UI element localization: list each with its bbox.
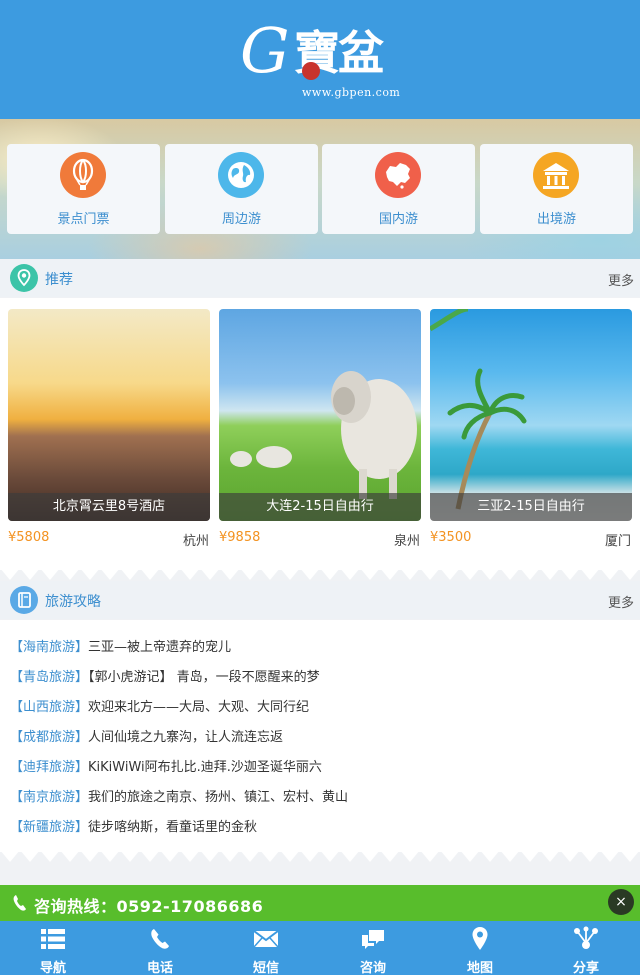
nav-item-consult[interactable]: 咨询 <box>320 921 426 975</box>
guide-item[interactable]: 【成都旅游】人间仙境之九寨沟，让人流连忘返 <box>10 726 283 745</box>
category-nearby[interactable]: 周边游 <box>165 144 318 234</box>
section-title: 推荐 <box>45 272 73 288</box>
phone-icon <box>151 929 169 949</box>
guide-item[interactable]: 【山西旅游】欢迎来北方——大局、大观、大同行纪 <box>10 696 309 715</box>
guide-title: 三亚—被上帝遗弃的宠儿 <box>88 640 232 655</box>
map-pin-icon <box>472 927 488 950</box>
globe-icon <box>218 152 264 198</box>
mail-icon <box>253 930 279 948</box>
card-price: ¥9858 <box>219 530 261 545</box>
logo-url: www.gbpen.com <box>302 86 401 99</box>
guide-item[interactable]: 【南京旅游】我们的旅途之南京、扬州、镇江、宏村、黄山 <box>10 786 348 805</box>
guide-title: 【郭小虎游记】 青岛，一段不愿醒来的梦 <box>88 670 320 685</box>
close-icon[interactable]: × <box>608 889 634 915</box>
nav-item-phone[interactable]: 电话 <box>107 921 213 975</box>
card-caption: 大连2-15日自由行 <box>219 493 421 521</box>
guide-tag: 【青岛旅游】 <box>10 670 89 685</box>
category-domestic[interactable]: 国内游 <box>322 144 475 234</box>
more-link[interactable]: 更多 <box>608 592 634 611</box>
chat-icon <box>362 930 384 949</box>
guides-header: 旅游攻略 更多 <box>0 581 640 619</box>
location-icon <box>10 264 38 292</box>
guide-title: KiKiWiWi阿布扎比.迪拜.沙迦圣诞华丽六 <box>88 760 322 775</box>
nav-item-guide[interactable]: 导航 <box>0 921 106 975</box>
zigzag-divider <box>0 850 640 862</box>
banner: 景点门票 周边游 国内游 出境游 <box>0 119 640 259</box>
menu-icon <box>41 929 65 949</box>
guide-title: 徒步喀纳斯，看童话里的金秋 <box>88 820 258 835</box>
card-price: ¥3500 <box>430 530 472 545</box>
recommend-header: 推荐 更多 <box>0 259 640 297</box>
header: G 寶盆 www.gbpen.com <box>0 0 640 119</box>
category-outbound[interactable]: 出境游 <box>480 144 633 234</box>
guide-title: 欢迎来北方——大局、大观、大同行纪 <box>88 700 310 715</box>
nav-label: 电话 <box>146 961 173 975</box>
recommend-list: 北京霄云里8号酒店 ¥5808 杭州 大连2-15日自由行 ¥9858 泉州 三… <box>0 298 640 570</box>
palm-tree-illustration <box>430 309 527 510</box>
recommend-card[interactable]: 北京霄云里8号酒店 <box>8 309 210 521</box>
nav-label: 咨询 <box>359 961 386 975</box>
nav-label: 地图 <box>466 961 493 975</box>
guide-tag: 【迪拜旅游】 <box>10 760 89 775</box>
guide-item[interactable]: 【青岛旅游】【郭小虎游记】 青岛，一段不愿醒来的梦 <box>10 666 320 685</box>
book-icon <box>10 586 38 614</box>
recommend-card[interactable]: 三亚2-15日自由行 <box>430 309 632 521</box>
guide-item[interactable]: 【迪拜旅游】KiKiWiWi阿布扎比.迪拜.沙迦圣诞华丽六 <box>10 756 322 775</box>
nav-label: 分享 <box>572 961 599 975</box>
card-city: 杭州 <box>182 534 209 549</box>
guide-tag: 【海南旅游】 <box>10 640 89 655</box>
nav-label: 短信 <box>252 961 279 975</box>
nav-label: 导航 <box>39 961 66 975</box>
zigzag-divider <box>0 568 640 580</box>
card-caption: 三亚2-15日自由行 <box>430 493 632 521</box>
card-price: ¥5808 <box>8 530 50 545</box>
logo-mark: G <box>240 14 290 87</box>
logo[interactable]: G 寶盆 www.gbpen.com <box>236 14 400 104</box>
hotline-bar[interactable]: 咨询热线：0592-17086686 × <box>0 885 640 921</box>
nav-item-map[interactable]: 地图 <box>427 921 533 975</box>
share-icon <box>574 926 598 949</box>
nav-item-share[interactable]: 分享 <box>533 921 639 975</box>
guide-tag: 【南京旅游】 <box>10 790 89 805</box>
category-scenic-tickets[interactable]: 景点门票 <box>7 144 160 234</box>
category-label: 周边游 <box>221 212 261 227</box>
category-label: 出境游 <box>536 212 576 227</box>
balloon-icon <box>60 152 106 198</box>
guide-item[interactable]: 【新疆旅游】徒步喀纳斯，看童话里的金秋 <box>10 816 257 835</box>
temple-icon <box>533 152 579 198</box>
category-label: 国内游 <box>378 212 418 227</box>
bottom-nav: 导航 电话 短信 咨询 地图 分享 <box>0 921 640 975</box>
phone-icon <box>13 895 26 911</box>
nav-item-sms[interactable]: 短信 <box>213 921 319 975</box>
category-label: 景点门票 <box>57 212 110 227</box>
guide-title: 人间仙境之九寨沟，让人流连忘返 <box>88 730 284 745</box>
more-link[interactable]: 更多 <box>608 270 634 289</box>
guide-item[interactable]: 【海南旅游】三亚—被上帝遗弃的宠儿 <box>10 636 231 655</box>
card-city: 泉州 <box>393 534 420 549</box>
guide-tag: 【成都旅游】 <box>10 730 89 745</box>
guide-tag: 【山西旅游】 <box>10 700 89 715</box>
section-title: 旅游攻略 <box>45 594 101 610</box>
sheep-illustration <box>230 371 417 499</box>
hotline-text: 咨询热线：0592-17086686 <box>34 897 264 916</box>
logo-seal-icon <box>302 62 320 80</box>
guide-title: 我们的旅途之南京、扬州、镇江、宏村、黄山 <box>88 790 349 805</box>
recommend-card[interactable]: 大连2-15日自由行 <box>219 309 421 521</box>
china-map-icon <box>375 152 421 198</box>
guide-tag: 【新疆旅游】 <box>10 820 89 835</box>
card-city: 厦门 <box>604 534 631 549</box>
guides-list: 【海南旅游】三亚—被上帝遗弃的宠儿 【青岛旅游】【郭小虎游记】 青岛，一段不愿醒… <box>0 620 640 852</box>
card-caption: 北京霄云里8号酒店 <box>8 493 210 521</box>
